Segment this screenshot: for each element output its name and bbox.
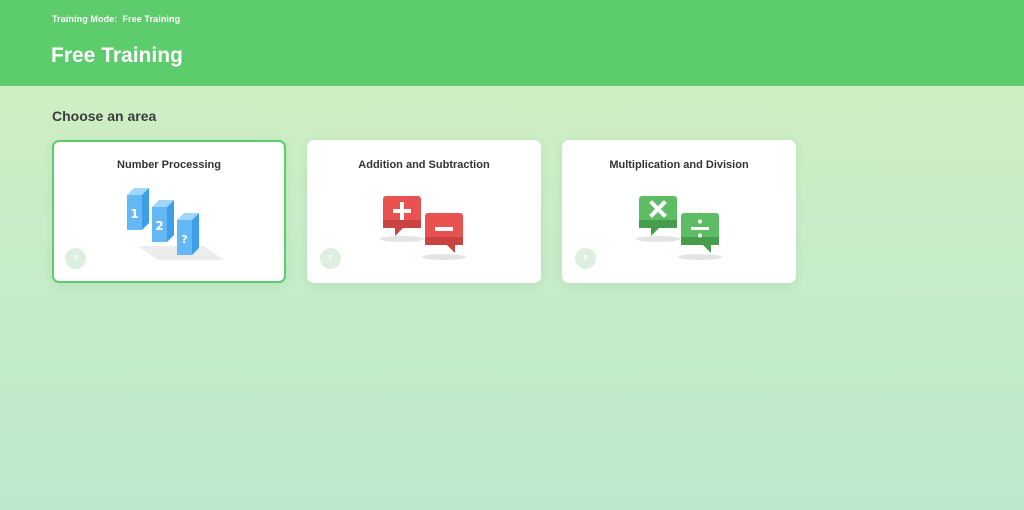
count-badge: 0	[575, 248, 596, 269]
area-card-addition-subtraction[interactable]: Addition and Subtraction 0	[307, 140, 541, 283]
breadcrumb-value[interactable]: Free Training	[122, 14, 180, 24]
plus-minus-bubbles-icon	[380, 196, 466, 260]
area-card-number-processing[interactable]: Number Processing 1 2 ? 0	[52, 140, 286, 283]
page-title: Free Training	[51, 44, 183, 67]
count-badge: 0	[65, 248, 86, 269]
times-divide-bubbles-icon	[636, 196, 722, 260]
number-blocks-icon: 1 2 ?	[127, 188, 224, 260]
block-digit-2: 2	[155, 219, 163, 233]
header-bar: Training Mode: Free Training Free Trainin…	[0, 0, 1024, 86]
block-digit-unknown: ?	[181, 233, 187, 246]
section-title: Choose an area	[52, 108, 157, 124]
breadcrumb: Training Mode: Free Training	[52, 14, 180, 24]
block-digit-1: 1	[130, 207, 138, 221]
breadcrumb-label: Training Mode:	[52, 14, 118, 24]
count-badge: 0	[320, 248, 341, 269]
area-card-multiplication-division[interactable]: Multiplication and Division 0	[562, 140, 796, 283]
